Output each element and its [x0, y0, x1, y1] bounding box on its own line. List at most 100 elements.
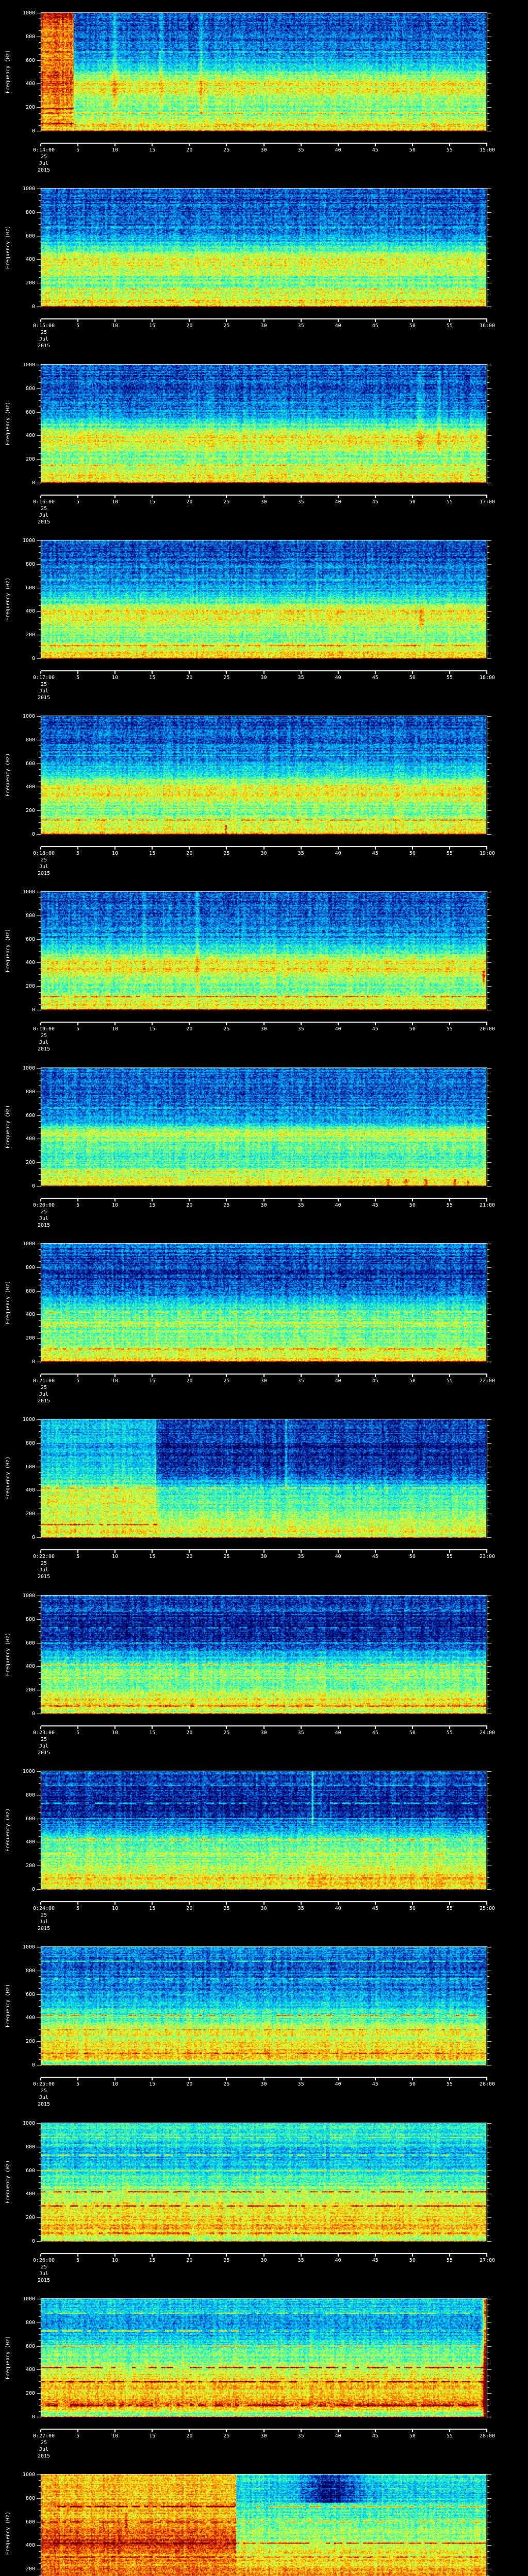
y-tick-label: 200: [25, 280, 35, 286]
y-tick-label: 600: [25, 1816, 35, 1822]
x-tick-label: 35: [298, 675, 304, 681]
x-tick-label: 35: [298, 499, 304, 505]
date-year-label: 2015: [37, 1574, 51, 1580]
x-tick-label: 10: [112, 1026, 119, 1032]
x-tick-label: 25: [223, 1378, 230, 1384]
x-axis-start-time-label: 0:17:00: [32, 675, 55, 681]
y-axis-title: Frequency (Hz): [5, 2335, 11, 2380]
x-tick-label: 30: [260, 2081, 267, 2087]
y-tick-label: 400: [25, 257, 35, 262]
x-tick-label: 50: [409, 499, 416, 505]
x-tick-label: 35: [298, 147, 304, 153]
y-tick-label: 600: [25, 2519, 35, 2525]
y-tick-label: 200: [25, 1863, 35, 1869]
y-tick-label: 800: [25, 1440, 35, 1446]
x-tick-label: 10: [112, 323, 119, 329]
date-month-label: Jul: [39, 2095, 49, 2100]
x-tick-label: 30: [260, 147, 267, 153]
x-tick-label: 15: [149, 1202, 156, 1208]
x-tick-label: 20: [186, 2433, 193, 2439]
y-tick-label: 400: [25, 1487, 35, 1493]
x-axis-start-time-label: 0:18:00: [32, 851, 55, 856]
y-tick-label: 1000: [22, 1417, 35, 1422]
x-tick-label: 25: [223, 147, 230, 153]
date-day-label: 25: [40, 506, 47, 512]
y-tick-label: 800: [25, 1265, 35, 1270]
x-tick-label: 25: [223, 2258, 230, 2263]
x-tick-label: 25: [223, 323, 230, 329]
x-tick-label: 35: [298, 1026, 304, 1032]
x-tick-label: 55: [446, 851, 453, 856]
x-tick-label: 40: [335, 147, 341, 153]
y-tick-label: 600: [25, 410, 35, 415]
date-day-label: 25: [40, 1737, 47, 1742]
x-tick-label: 50: [409, 147, 416, 153]
y-tick-label: 0: [31, 1887, 35, 1892]
x-axis-end-time-label: 27:00: [479, 2258, 496, 2263]
x-tick-label: 10: [112, 2081, 119, 2087]
x-tick-label: 5: [76, 323, 80, 329]
x-tick-label: 30: [260, 1906, 267, 1911]
x-tick-label: 40: [335, 2258, 341, 2263]
date-year-label: 2015: [37, 2453, 51, 2459]
x-tick-label: 5: [76, 1202, 80, 1208]
x-tick-label: 25: [223, 1026, 230, 1032]
y-axis-title: Frequency (Hz): [5, 577, 11, 621]
date-day-label: 25: [40, 857, 47, 863]
x-tick-label: 40: [335, 1906, 341, 1911]
x-tick-label: 25: [223, 1202, 230, 1208]
date-day-label: 25: [40, 1912, 47, 1918]
y-tick-label: 200: [25, 1511, 35, 1517]
x-tick-label: 20: [186, 2081, 193, 2087]
x-tick-label: 50: [409, 323, 416, 329]
x-tick-label: 45: [372, 1202, 378, 1208]
x-axis-end-time-label: 24:00: [479, 1730, 496, 1736]
y-tick-label: 1000: [22, 889, 35, 895]
x-tick-label: 55: [446, 1202, 453, 1208]
x-axis-end-time-label: 18:00: [479, 675, 496, 681]
y-tick-label: 400: [25, 2191, 35, 2197]
x-tick-label: 50: [409, 1554, 416, 1560]
x-tick-label: 20: [186, 675, 193, 681]
y-axis-title: Frequency (Hz): [5, 1632, 11, 1676]
spectrogram-panel: Frequency (Hz) 0:15:00 16:00 25 Jul 2015…: [0, 176, 528, 352]
x-tick-label: 40: [335, 323, 341, 329]
x-tick-label: 30: [260, 1202, 267, 1208]
y-tick-label: 400: [25, 2015, 35, 2021]
y-tick-label: 800: [25, 1089, 35, 1095]
x-tick-label: 5: [76, 499, 80, 505]
x-tick-label: 55: [446, 2258, 453, 2263]
spectrogram-panel: Frequency (Hz) 0:16:00 17:00 25 Jul 2015…: [0, 352, 528, 528]
x-tick-label: 15: [149, 1378, 156, 1384]
spectrogram-panel: Frequency (Hz) 0:26:00 27:00 25 Jul 2015…: [0, 2110, 528, 2286]
y-tick-label: 1000: [22, 1593, 35, 1599]
y-tick-label: 600: [25, 1640, 35, 1646]
x-tick-label: 55: [446, 147, 453, 153]
x-tick-label: 40: [335, 1202, 341, 1208]
date-year-label: 2015: [37, 1926, 51, 1931]
y-tick-label: 800: [25, 737, 35, 743]
x-tick-label: 45: [372, 851, 378, 856]
date-day-label: 25: [40, 1385, 47, 1391]
y-tick-label: 600: [25, 585, 35, 591]
x-tick-label: 50: [409, 1378, 416, 1384]
y-tick-label: 800: [25, 34, 35, 40]
x-tick-label: 10: [112, 1554, 119, 1560]
y-tick-label: 0: [31, 2062, 35, 2068]
date-month-label: Jul: [39, 1392, 49, 1397]
x-tick-label: 10: [112, 499, 119, 505]
x-tick-label: 40: [335, 499, 341, 505]
x-tick-label: 55: [446, 1026, 453, 1032]
x-tick-label: 5: [76, 2081, 80, 2087]
y-tick-label: 0: [31, 1183, 35, 1189]
x-tick-label: 45: [372, 323, 378, 329]
y-tick-label: 1000: [22, 1944, 35, 1950]
x-tick-label: 25: [223, 2081, 230, 2087]
y-axis-title: Frequency (Hz): [5, 1280, 11, 1325]
x-tick-label: 5: [76, 1730, 80, 1736]
x-tick-label: 5: [76, 1906, 80, 1911]
x-tick-label: 30: [260, 1730, 267, 1736]
y-tick-label: 400: [25, 81, 35, 87]
y-tick-label: 1000: [22, 538, 35, 544]
y-tick-label: 0: [31, 832, 35, 837]
